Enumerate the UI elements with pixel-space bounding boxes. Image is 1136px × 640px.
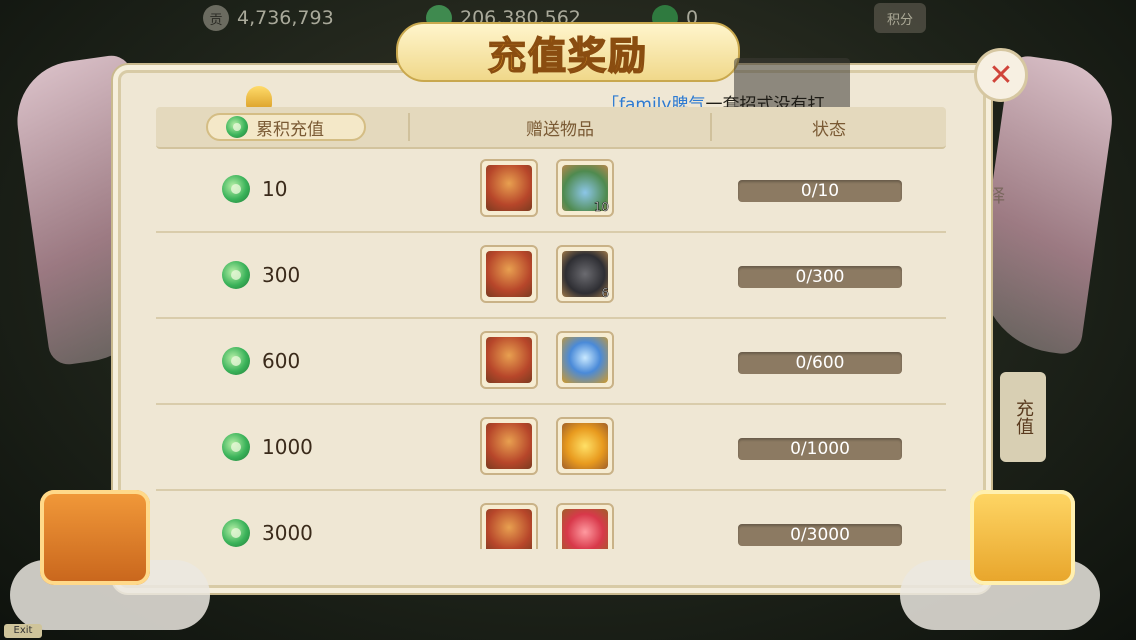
item-count: 6 <box>601 286 609 301</box>
score-button[interactable]: 积分 <box>874 3 926 33</box>
red-bag-icon[interactable] <box>556 503 614 549</box>
jade-icon <box>222 175 250 203</box>
jade-icon <box>222 519 250 547</box>
contribution-value: 4,736,793 <box>237 7 334 29</box>
close-button[interactable]: ✕ <box>974 48 1028 102</box>
header-cumulative-recharge: 累积充值 <box>206 113 366 141</box>
amount-value: 300 <box>262 263 301 287</box>
close-icon: ✕ <box>988 57 1014 93</box>
table-row: 600 0/600 <box>156 319 946 405</box>
status-progress: 0/600 <box>738 352 902 374</box>
coin-bag-icon[interactable] <box>480 503 538 549</box>
status-progress: 0/3000 <box>738 524 902 546</box>
title-plaque: 充值奖励 <box>396 22 740 82</box>
table-header: 累积充值 赠送物品 状态 <box>156 107 946 149</box>
recharge-amount: 10 <box>222 175 287 203</box>
dark-stone-icon[interactable]: 6 <box>556 245 614 303</box>
table-row: 300 6 0/300 <box>156 233 946 319</box>
status-progress: 0/1000 <box>738 438 902 460</box>
right-treasure-chest-icon <box>970 490 1075 585</box>
side-tab-recharge[interactable]: 充值 <box>1000 372 1046 462</box>
recharge-amount: 300 <box>222 261 300 289</box>
header-label: 累积充值 <box>256 119 324 140</box>
table-row: 3000 0/3000 <box>156 491 946 549</box>
panel-title: 充值奖励 <box>487 33 648 79</box>
gold-bag-icon[interactable] <box>556 417 614 475</box>
table-row: 10 10 0/10 <box>156 147 946 233</box>
coin-bag-icon[interactable] <box>480 159 538 217</box>
header-gift-items: 赠送物品 <box>526 119 594 140</box>
crystal-orb-icon[interactable] <box>556 331 614 389</box>
status-progress: 0/300 <box>738 266 902 288</box>
amount-value: 600 <box>262 349 301 373</box>
status-progress: 0/10 <box>738 180 902 202</box>
coin-bag-icon[interactable] <box>480 331 538 389</box>
table-row: 1000 0/1000 <box>156 405 946 491</box>
coin-bag-icon[interactable] <box>480 417 538 475</box>
recharge-amount: 1000 <box>222 433 313 461</box>
jade-icon <box>222 433 250 461</box>
amount-value: 1000 <box>262 435 313 459</box>
jade-icon <box>222 347 250 375</box>
amount-value: 3000 <box>262 521 313 545</box>
reward-list[interactable]: 10 10 0/10 300 6 0/300 600 0/600 1000 0/… <box>156 147 946 549</box>
item-count: 10 <box>593 200 609 215</box>
contribution-display: 贡 4,736,793 <box>203 4 334 32</box>
jade-icon <box>226 116 248 138</box>
recharge-amount: 3000 <box>222 519 313 547</box>
amount-value: 10 <box>262 177 288 201</box>
header-status: 状态 <box>812 119 846 140</box>
coin-bag-icon[interactable] <box>480 245 538 303</box>
plant-vase-icon[interactable]: 10 <box>556 159 614 217</box>
contribution-icon: 贡 <box>203 5 229 31</box>
jade-icon <box>222 261 250 289</box>
left-treasure-chest-icon <box>40 490 150 585</box>
exit-button[interactable]: Exit <box>4 624 42 638</box>
recharge-amount: 600 <box>222 347 300 375</box>
